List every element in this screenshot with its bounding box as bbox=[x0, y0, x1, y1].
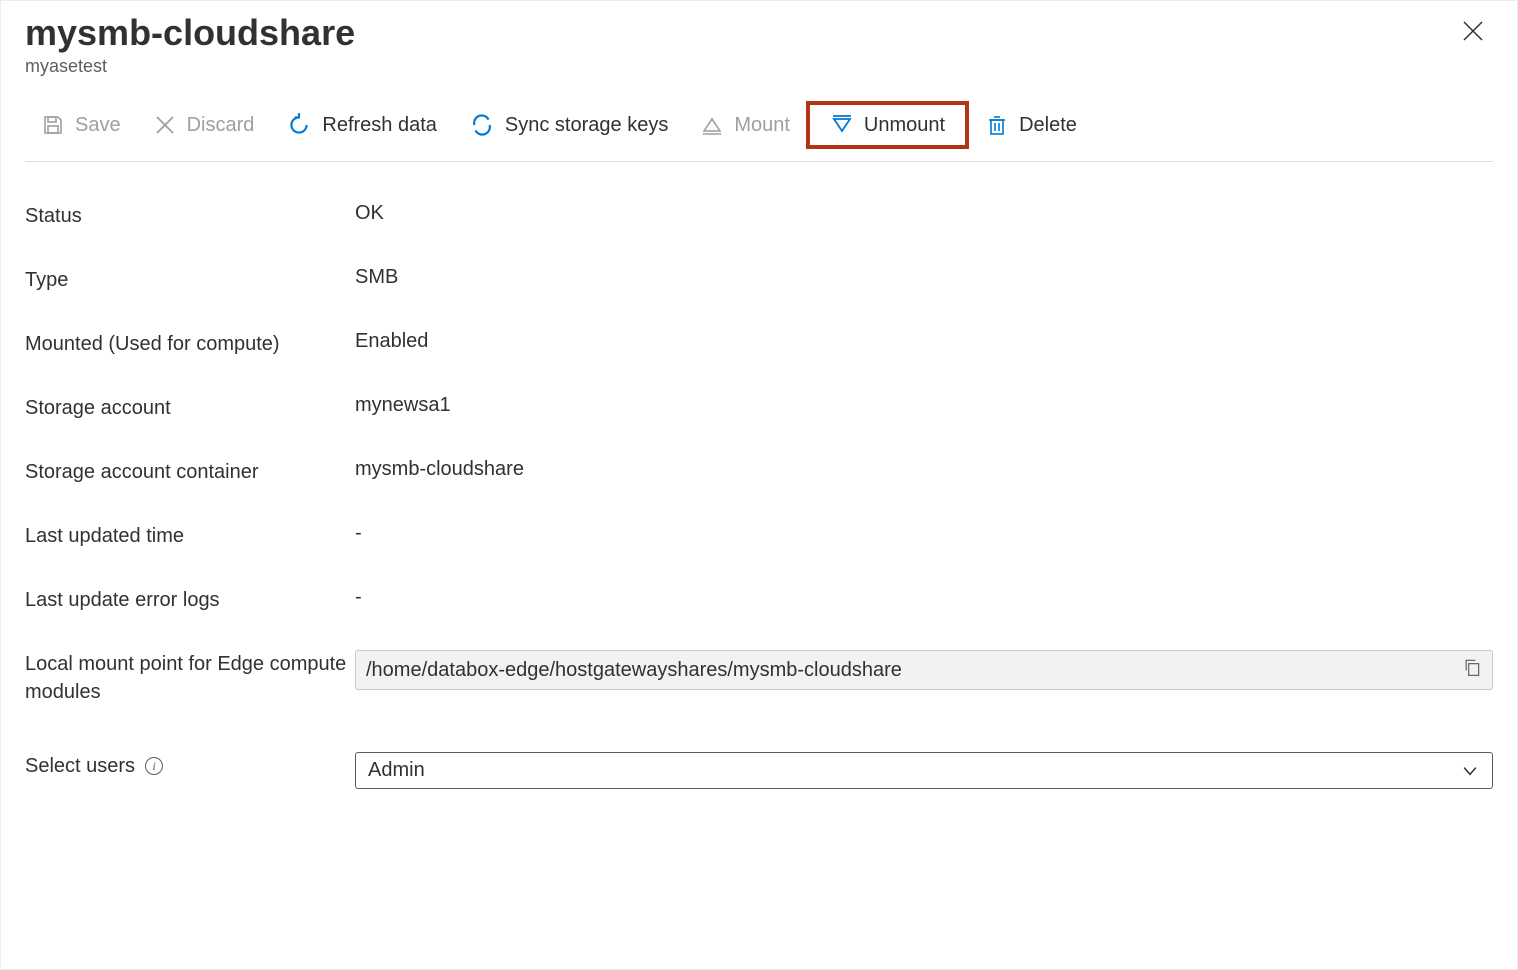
command-bar: Save Discard Refresh data Sync storage k… bbox=[25, 101, 1493, 162]
save-icon bbox=[41, 113, 65, 137]
delete-button[interactable]: Delete bbox=[969, 107, 1093, 143]
discard-icon bbox=[153, 113, 177, 137]
select-users-value: Admin bbox=[368, 759, 425, 782]
select-users-label-wrap: Select users i bbox=[25, 752, 355, 780]
refresh-icon bbox=[286, 112, 312, 138]
copy-button[interactable] bbox=[1462, 657, 1482, 683]
refresh-label: Refresh data bbox=[322, 114, 437, 137]
row-mounted: Mounted (Used for compute) Enabled bbox=[25, 330, 1493, 358]
error-logs-label: Last update error logs bbox=[25, 586, 355, 614]
row-container: Storage account container mysmb-cloudsha… bbox=[25, 458, 1493, 486]
storage-account-value: mynewsa1 bbox=[355, 394, 1493, 417]
status-value: OK bbox=[355, 202, 1493, 225]
share-detail-blade: mysmb-cloudshare myasetest Save Discard … bbox=[0, 0, 1518, 970]
select-users-dropdown[interactable]: Admin bbox=[355, 752, 1493, 789]
unmount-highlight: Unmount bbox=[806, 101, 969, 149]
close-icon bbox=[1462, 20, 1484, 42]
sync-label: Sync storage keys bbox=[505, 114, 668, 137]
select-users-label: Select users bbox=[25, 752, 135, 780]
save-label: Save bbox=[75, 114, 121, 137]
mount-button: Mount bbox=[684, 107, 806, 143]
mounted-label: Mounted (Used for compute) bbox=[25, 330, 355, 358]
refresh-button[interactable]: Refresh data bbox=[270, 106, 453, 144]
row-last-updated: Last updated time - bbox=[25, 522, 1493, 550]
mounted-value: Enabled bbox=[355, 330, 1493, 353]
mountpoint-readonly-field: /home/databox-edge/hostgatewayshares/mys… bbox=[355, 650, 1493, 690]
discard-button: Discard bbox=[137, 107, 271, 143]
row-type: Type SMB bbox=[25, 266, 1493, 294]
row-storage-account: Storage account mynewsa1 bbox=[25, 394, 1493, 422]
type-value: SMB bbox=[355, 266, 1493, 289]
error-logs-value: - bbox=[355, 586, 1493, 609]
row-select-users: Select users i Admin bbox=[25, 752, 1493, 789]
mount-icon bbox=[700, 113, 724, 137]
unmount-button[interactable]: Unmount bbox=[814, 107, 961, 143]
unmount-label: Unmount bbox=[864, 114, 945, 137]
chevron-down-icon bbox=[1460, 761, 1480, 781]
page-title: mysmb-cloudshare bbox=[25, 11, 1493, 54]
mount-label: Mount bbox=[734, 114, 790, 137]
last-updated-label: Last updated time bbox=[25, 522, 355, 550]
row-mountpoint: Local mount point for Edge compute modul… bbox=[25, 650, 1493, 706]
mountpoint-value: /home/databox-edge/hostgatewayshares/mys… bbox=[366, 659, 1462, 682]
last-updated-value: - bbox=[355, 522, 1493, 545]
discard-label: Discard bbox=[187, 114, 255, 137]
mountpoint-label: Local mount point for Edge compute modul… bbox=[25, 650, 355, 706]
save-button: Save bbox=[25, 107, 137, 143]
close-button[interactable] bbox=[1453, 11, 1493, 51]
info-icon[interactable]: i bbox=[145, 757, 163, 775]
container-value: mysmb-cloudshare bbox=[355, 458, 1493, 481]
status-label: Status bbox=[25, 202, 355, 230]
unmount-icon bbox=[830, 113, 854, 137]
type-label: Type bbox=[25, 266, 355, 294]
row-status: Status OK bbox=[25, 202, 1493, 230]
container-label: Storage account container bbox=[25, 458, 355, 486]
delete-label: Delete bbox=[1019, 114, 1077, 137]
sync-button[interactable]: Sync storage keys bbox=[453, 106, 684, 144]
blade-header: mysmb-cloudshare myasetest bbox=[25, 11, 1493, 77]
storage-account-label: Storage account bbox=[25, 394, 355, 422]
copy-icon bbox=[1462, 657, 1482, 677]
page-subtitle: myasetest bbox=[25, 56, 1493, 77]
sync-icon bbox=[469, 112, 495, 138]
delete-icon bbox=[985, 113, 1009, 137]
row-error-logs: Last update error logs - bbox=[25, 586, 1493, 614]
form-content: Status OK Type SMB Mounted (Used for com… bbox=[25, 162, 1493, 789]
